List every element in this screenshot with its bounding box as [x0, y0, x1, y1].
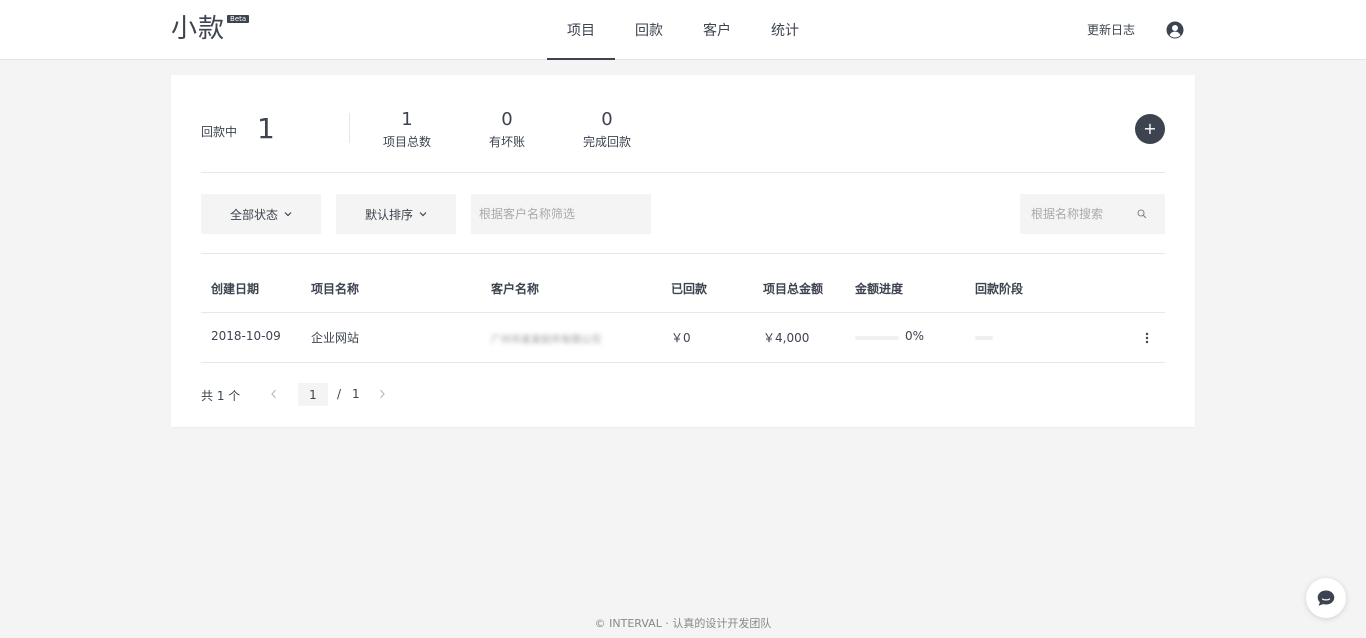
- beta-badge: Beta: [227, 15, 250, 23]
- chevron-right-icon[interactable]: [377, 388, 387, 400]
- stat-value: 1: [401, 109, 413, 130]
- cell-received: ￥0: [671, 331, 691, 345]
- tab-customers[interactable]: 客户: [683, 0, 751, 60]
- col-header-customer: 客户名称: [491, 282, 540, 296]
- stat-divider: [349, 113, 350, 143]
- cell-customer: 广州市某某软件有限公司: [491, 335, 601, 346]
- footer-text: © INTERVAL · 认真的设计开发团队: [594, 617, 772, 630]
- chevron-down-icon: [284, 212, 292, 217]
- stat-label: 完成回款: [582, 135, 631, 149]
- in-payment-value: 1: [257, 112, 275, 145]
- col-header-project-name: 项目名称: [311, 282, 360, 296]
- user-icon[interactable]: [1166, 21, 1184, 39]
- status-filter-label: 全部状态: [229, 207, 278, 222]
- divider: [201, 362, 1165, 363]
- progress-bar: [855, 336, 899, 340]
- stat-value: 0: [601, 109, 613, 130]
- stat-total-projects: 1 项目总数: [367, 109, 447, 150]
- tab-statistics[interactable]: 统计: [751, 0, 819, 60]
- customer-filter-input[interactable]: [471, 194, 651, 234]
- col-header-progress: 金额进度: [855, 282, 904, 296]
- chevron-left-icon[interactable]: [269, 388, 279, 400]
- more-vertical-icon[interactable]: [1143, 331, 1151, 345]
- top-bar: 小款 Beta 项目 回款 客户 统计 更新日志: [0, 0, 1366, 60]
- pagination-page-count: 1: [352, 387, 360, 401]
- projects-card: 回款中 1 1 项目总数 0 有坏账 0 完成回款 + 全部状态 默认排序 创建…: [171, 75, 1195, 427]
- status-filter-dropdown[interactable]: 全部状态: [201, 194, 321, 234]
- divider: [201, 172, 1165, 173]
- cell-project-name[interactable]: 企业网站: [311, 329, 359, 346]
- col-header-received: 已回款: [671, 282, 708, 296]
- search-icon[interactable]: [1137, 209, 1147, 219]
- add-project-button[interactable]: +: [1135, 114, 1165, 144]
- cell-total: ￥4,000: [763, 331, 810, 345]
- cell-date: 2018-10-09: [211, 329, 281, 343]
- col-header-date: 创建日期: [211, 282, 260, 296]
- in-payment-label: 回款中: [201, 125, 238, 139]
- tab-projects[interactable]: 项目: [547, 0, 615, 60]
- sort-label: 默认排序: [364, 207, 413, 222]
- stat-bad-debt: 0 有坏账: [467, 109, 547, 150]
- pagination-current-page[interactable]: 1: [298, 383, 328, 406]
- col-header-stage: 回款阶段: [975, 282, 1024, 296]
- logo[interactable]: 小款 Beta: [171, 12, 250, 46]
- stat-completed: 0 完成回款: [567, 109, 647, 150]
- divider: [201, 312, 1165, 313]
- logo-text: 小款: [171, 14, 226, 44]
- pagination-separator: /: [337, 387, 342, 401]
- changelog-link[interactable]: 更新日志: [1087, 21, 1135, 38]
- chat-button[interactable]: [1306, 578, 1346, 618]
- pagination-total: 共 1 个: [201, 389, 241, 403]
- stat-label: 有坏账: [488, 135, 525, 149]
- stat-value: 0: [501, 109, 513, 130]
- chevron-down-icon: [419, 212, 427, 217]
- tab-payments[interactable]: 回款: [615, 0, 683, 60]
- stat-label: 项目总数: [382, 135, 431, 149]
- sort-dropdown[interactable]: 默认排序: [336, 194, 456, 234]
- payment-stage-bar: [975, 336, 993, 340]
- chat-bubble-icon: [1317, 590, 1335, 606]
- cell-progress: 0%: [905, 329, 925, 343]
- col-header-total: 项目总金额: [763, 282, 824, 296]
- divider: [201, 253, 1165, 254]
- main-nav: 项目 回款 客户 统计: [547, 0, 819, 60]
